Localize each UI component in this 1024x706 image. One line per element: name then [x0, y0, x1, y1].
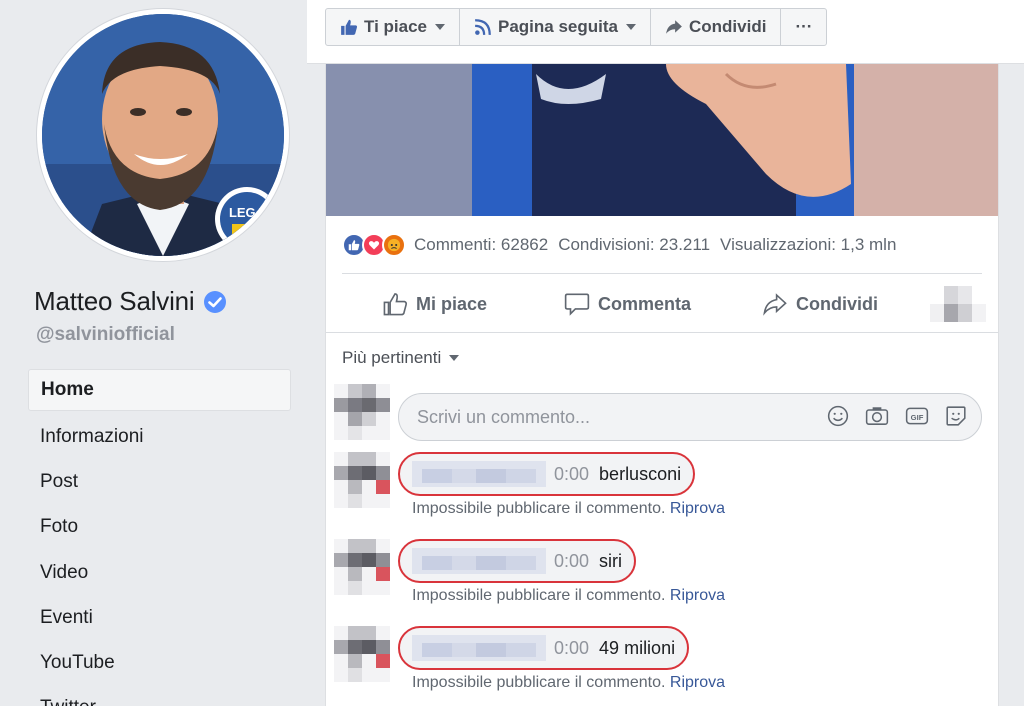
commenter-avatar [334, 626, 390, 682]
comment-bubble[interactable]: 0:00 siri [398, 539, 637, 583]
comment-error: Impossibile pubblicare il commento. Ripr… [412, 674, 725, 692]
comment-bubble-icon [564, 293, 590, 316]
profile-avatar[interactable]: LEGA [37, 9, 289, 261]
comment-error-text: Impossibile pubblicare il commento. [412, 500, 666, 517]
nav-item-eventi[interactable]: Eventi [28, 595, 291, 640]
shares-count[interactable]: Condivisioni: 23.211 [558, 235, 710, 255]
comment-timestamp: 0:00 [554, 550, 590, 571]
comment-item: 0:00 siri Impossibile pubblicare il comm… [334, 539, 984, 619]
post-comment-label: Commenta [598, 293, 692, 314]
comment-text: siri [599, 550, 623, 571]
page-sidebar: LEGA Matteo Salvini @salviniofficial Hom… [0, 0, 307, 706]
nav-item-post[interactable]: Post [28, 459, 291, 504]
profile-photo: LEGA [42, 14, 284, 256]
angry-reaction-icon [382, 233, 406, 257]
post-share-label: Condividi [796, 293, 878, 314]
comment-bubble[interactable]: 0:00 49 milioni [398, 626, 690, 670]
page-actions-group: Ti piace Pagina seguita Condividi ··· [325, 8, 828, 46]
divider [326, 332, 998, 333]
comment-item: 0:00 berlusconi Impossibile pubblicare i… [334, 452, 984, 532]
post-stats: Commenti: 62862 Condivisioni: 23.211 Vis… [342, 230, 984, 260]
thumbs-up-icon [341, 19, 358, 35]
comment-error-text: Impossibile pubblicare il commento. [412, 674, 666, 691]
comment-text: 49 milioni [599, 637, 676, 658]
comments-count[interactable]: Commenti: 62862 [414, 235, 548, 255]
post-video[interactable] [326, 64, 998, 216]
gif-icon[interactable]: GIF [905, 405, 929, 427]
comment-text: berlusconi [599, 463, 682, 484]
page-title[interactable]: Matteo Salvini [34, 286, 195, 317]
sort-label: Più pertinenti [342, 348, 442, 367]
comment-input[interactable]: Scrivi un commento... GIF [398, 393, 982, 441]
camera-icon[interactable] [865, 405, 889, 427]
sticker-icon[interactable] [945, 405, 967, 427]
comment-timestamp: 0:00 [554, 637, 590, 658]
views-count: Visualizzazioni: 1,3 mln [720, 235, 897, 254]
chevron-down-icon [625, 24, 636, 30]
comment-sort-dropdown[interactable]: Più pertinenti [342, 348, 460, 368]
nav-item-youtube[interactable]: YouTube [28, 640, 291, 685]
blurred-username [412, 461, 546, 487]
post-comment-button[interactable]: Commenta [564, 291, 691, 317]
post-media-frame [326, 64, 998, 216]
pixelated-avatar-icon[interactable] [930, 286, 986, 322]
nav-item-informazioni[interactable]: Informazioni [28, 414, 291, 459]
commenter-avatar [334, 384, 390, 440]
page-handle[interactable]: @salviniofficial [36, 324, 175, 346]
post-share-button[interactable]: Condividi [762, 291, 878, 317]
nav-item-foto[interactable]: Foto [28, 505, 291, 550]
follow-page-label: Pagina seguita [498, 17, 618, 36]
divider [342, 273, 982, 274]
follow-page-button[interactable]: Pagina seguita [460, 9, 651, 45]
chevron-down-icon [449, 355, 460, 361]
comment-error: Impossibile pubblicare il commento. Ripr… [412, 587, 725, 605]
page-action-bar: Ti piace Pagina seguita Condividi ··· [307, 0, 1024, 64]
retry-link[interactable]: Riprova [670, 500, 725, 517]
like-page-button[interactable]: Ti piace [326, 9, 460, 45]
profile-name-row: Matteo Salvini [34, 286, 227, 317]
post-like-button[interactable]: Mi piace [382, 291, 487, 317]
more-options-button[interactable]: ··· [781, 9, 826, 45]
blurred-username [412, 635, 546, 661]
chevron-down-icon [435, 24, 445, 30]
share-arrow-icon [666, 20, 682, 34]
nav-item-twitter[interactable]: Twitter [28, 686, 291, 706]
thumbs-up-outline-icon [383, 293, 408, 316]
rss-follow-icon [475, 19, 491, 35]
nav-item-home[interactable]: Home [28, 369, 291, 411]
retry-link[interactable]: Riprova [670, 587, 725, 604]
verified-badge-icon [203, 290, 226, 313]
comment-error-text: Impossibile pubblicare il commento. [412, 587, 666, 604]
post-card: Commenti: 62862 Condivisioni: 23.211 Vis… [325, 64, 999, 706]
comment-composer: Scrivi un commento... GIF [334, 384, 984, 441]
comment-bubble[interactable]: 0:00 berlusconi [398, 452, 696, 496]
share-outline-icon [763, 293, 787, 316]
comment-placeholder: Scrivi un commento... [417, 406, 591, 427]
retry-link[interactable]: Riprova [670, 674, 725, 691]
more-dots-icon: ··· [795, 17, 813, 36]
comment-error: Impossibile pubblicare il commento. Ripr… [412, 500, 725, 518]
reaction-summary[interactable] [342, 233, 406, 257]
like-page-label: Ti piace [364, 17, 427, 36]
post-like-label: Mi piace [416, 293, 488, 314]
nav-item-video[interactable]: Video [28, 550, 291, 595]
comment-item: 0:00 49 milioni Impossibile pubblicare i… [334, 626, 984, 706]
svg-text:GIF: GIF [911, 413, 924, 422]
commenter-avatar [334, 452, 390, 508]
composer-icons: GIF [827, 405, 967, 427]
share-page-label: Condividi [688, 17, 767, 36]
comment-timestamp: 0:00 [554, 463, 590, 484]
share-page-button[interactable]: Condividi [651, 9, 782, 45]
post-actions-bar: Mi piace Commenta Condividi [342, 282, 986, 326]
page-nav: Home Informazioni Post Foto Video Eventi… [28, 369, 291, 706]
blurred-username [412, 548, 546, 574]
emoji-icon[interactable] [827, 405, 849, 427]
lega-badge-text: LEGA [229, 205, 266, 220]
commenter-avatar [334, 539, 390, 595]
